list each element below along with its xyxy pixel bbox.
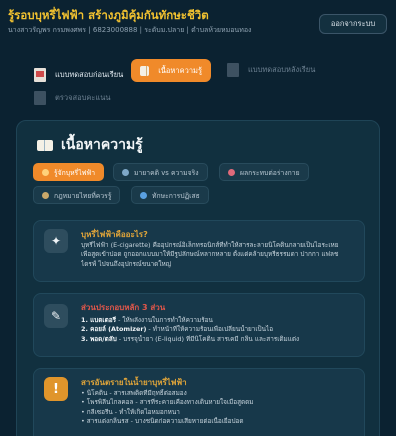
content-title-text: เนื้อหาความรู้ — [61, 137, 143, 153]
tab-refusal-label: ทักษะการปฏิเสธ — [152, 191, 200, 200]
text-line: ไดรฟ์ ไปจนถึงอุปกรณ์ขนาดใหญ่ — [81, 259, 172, 268]
list-item: 3. พอด/ตลับ - บรรจุน้ำยา (E-liquid) ที่ม… — [81, 335, 359, 344]
shield-icon — [140, 191, 147, 199]
list-item: • โพรพิลีนไกลคอล - สารที่ระคายเคืองทางเด… — [81, 398, 254, 407]
item-name: 3. พอด/ตลับ — [81, 334, 117, 343]
book-icon — [140, 65, 150, 76]
book-icon — [37, 139, 53, 151]
info-hazards-title: สารอันตรายในน้ำยาบุหรี่ไฟฟ้า — [81, 378, 187, 387]
info-what-is: ✦ บุหรี่ไฟฟ้าคืออะไร? บุหรี่ไฟฟ้า (E-cig… — [33, 220, 365, 282]
dot-icon — [42, 168, 49, 176]
tab-myth[interactable]: มายาคติ vs ความจริง — [113, 163, 208, 181]
nav-posttest[interactable]: แบบทดสอบหลังเรียน — [227, 59, 315, 81]
nav-score[interactable]: ตรวจสอบคะแนน — [34, 87, 110, 109]
tab-law-label: กฎหมายไทยที่ควรรู้ — [54, 191, 112, 200]
nav-pretest-label: แบบทดสอบก่อนเรียน — [55, 70, 124, 79]
item-desc: - ให้พลังงานในการทำให้ความร้อน — [116, 316, 213, 324]
document-icon — [34, 68, 46, 82]
tab-effects-label: ผลกระทบต่อร่างกาย — [240, 168, 300, 177]
nav-pretest[interactable]: แบบทดสอบก่อนเรียน — [34, 64, 123, 86]
chart-icon — [34, 91, 46, 105]
text-line: เพื่อสูดเข้าปอด ถูกออกแบบมาให้มีรูปลักษณ… — [81, 250, 339, 259]
info-components: ✎ ส่วนประกอบหลัก 3 ส่วน 1. แบตเตอรี่ - ใ… — [33, 293, 365, 357]
item-name: 1. แบตเตอรี่ — [81, 316, 117, 324]
user-info: นางสาวรัญพร กรมพงศพร | 6823000888 | ระดั… — [8, 26, 252, 34]
heart-icon — [228, 168, 235, 176]
tab-refusal[interactable]: ทักษะการปฏิเสธ — [131, 186, 209, 204]
search-icon — [122, 168, 129, 176]
info-components-title: ส่วนประกอบหลัก 3 ส่วน — [81, 303, 166, 312]
nav-posttest-label: แบบทดสอบหลังเรียน — [248, 65, 316, 74]
info-hazards-body: • นิโคติน - สารเสพติดที่มีฤทธิ์ต่อสมอง •… — [81, 389, 359, 427]
list-item: • นิโคติน - สารเสพติดที่มีฤทธิ์ต่อสมอง — [81, 389, 187, 397]
app-header: รู้รอบบุหรี่ไฟฟ้า สร้างภูมิคุ้มกันทักษะช… — [0, 0, 396, 46]
content-title: เนื้อหาความรู้ — [37, 134, 143, 156]
list-item: 2. คอยล์ (Atomizer) - ทำหน้าที่ให้ความร้… — [81, 325, 359, 334]
logout-button[interactable]: ออกจากระบบ — [319, 14, 387, 34]
tab-law[interactable]: กฎหมายไทยที่ควรรู้ — [33, 186, 121, 204]
cigarette-icon: ✦ — [44, 229, 68, 253]
app-page: รู้รอบบุหรี่ไฟฟ้า สร้างภูมิคุ้มกันทักษะช… — [0, 0, 396, 436]
warning-icon: ! — [44, 377, 68, 401]
tab-effects[interactable]: ผลกระทบต่อร่างกาย — [219, 163, 309, 181]
wrench-icon: ✎ — [44, 304, 68, 328]
nav-score-label: ตรวจสอบคะแนน — [55, 93, 111, 102]
list-item: • สารแต่งกลิ่นรส - บางชนิดก่อความเสียหาย… — [81, 417, 244, 426]
app-title: รู้รอบบุหรี่ไฟฟ้า สร้างภูมิคุ้มกันทักษะช… — [8, 8, 209, 22]
info-what-is-body: บุหรี่ไฟฟ้า (E-cigarette) คืออุปกรณ์อิเล… — [81, 241, 359, 269]
item-desc: - ทำหน้าที่ให้ความร้อนเพื่อเปลี่ยนน้ำยาเ… — [146, 325, 274, 334]
info-what-is-title: บุหรี่ไฟฟ้าคืออะไร? — [81, 230, 148, 239]
text-line: บุหรี่ไฟฟ้า (E-cigarette) คืออุปกรณ์อิเล… — [81, 241, 339, 249]
item-name: 2. คอยล์ (Atomizer) — [81, 325, 147, 334]
document-icon — [227, 63, 239, 77]
nav-content[interactable]: เนื้อหาความรู้ — [131, 59, 211, 82]
nav-content-label: เนื้อหาความรู้ — [158, 65, 202, 75]
law-icon — [42, 191, 49, 199]
list-item: 1. แบตเตอรี่ - ให้พลังงานในการทำให้ความร… — [81, 316, 359, 325]
info-components-body: 1. แบตเตอรี่ - ให้พลังงานในการทำให้ความร… — [81, 316, 359, 344]
tab-intro-label: รู้จักบุหรี่ไฟฟ้า — [54, 168, 96, 177]
tab-intro[interactable]: รู้จักบุหรี่ไฟฟ้า — [33, 163, 105, 181]
list-item: • กลีเซอรีน - ทำให้เกิดไอหมอกหนา — [81, 407, 180, 416]
tab-myth-label: มายาคติ vs ความจริง — [134, 168, 199, 177]
item-desc: - บรรจุน้ำยา (E-liquid) ที่มีนิโคติน สาร… — [116, 334, 300, 343]
info-hazards: ! สารอันตรายในน้ำยาบุหรี่ไฟฟ้า • นิโคติน… — [33, 368, 365, 436]
